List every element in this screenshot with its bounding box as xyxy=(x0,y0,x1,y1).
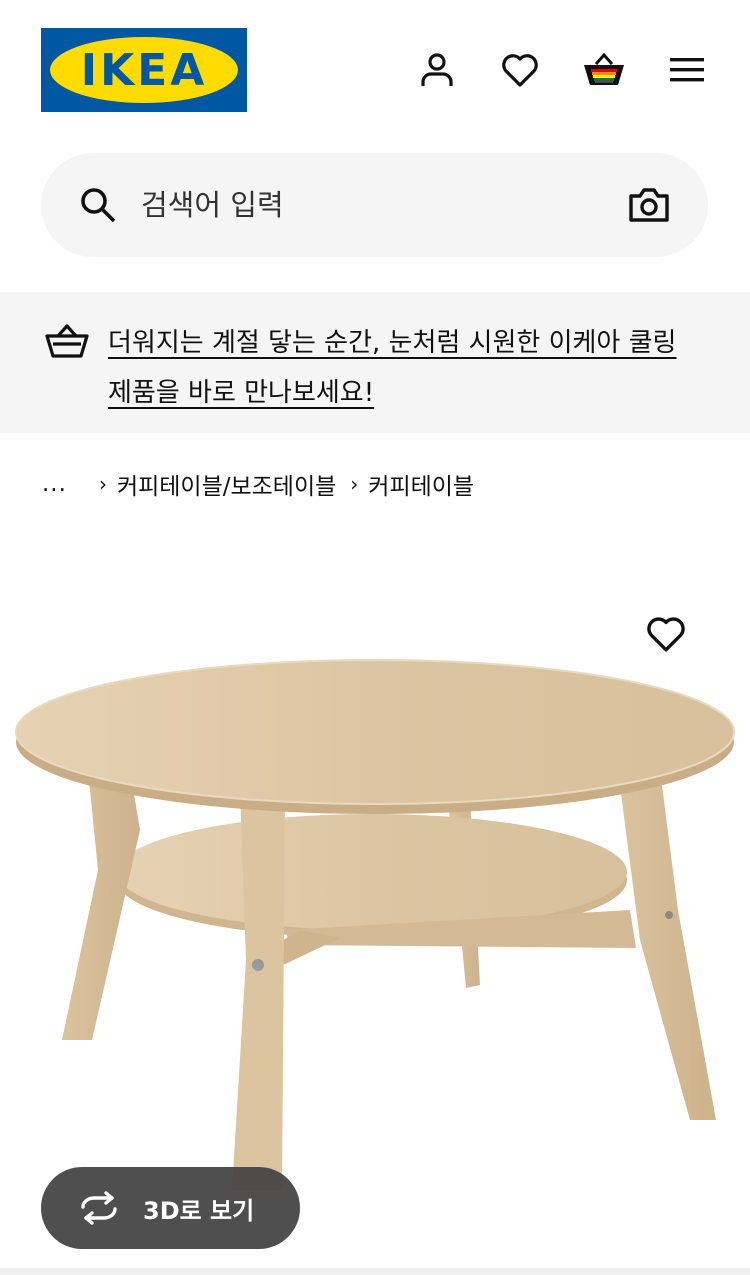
rotate-icon xyxy=(81,1191,117,1225)
ikea-logo[interactable]: IKEA ® xyxy=(41,28,247,112)
breadcrumb: ... › 커피테이블/보조테이블 › 커피테이블 xyxy=(42,466,474,502)
camera-icon[interactable] xyxy=(627,185,671,225)
user-icon[interactable] xyxy=(415,48,459,92)
search-bar[interactable] xyxy=(41,153,708,257)
basket-icon[interactable] xyxy=(582,48,626,92)
promo-banner[interactable]: 더워지는 계절 닿는 순간, 눈처럼 시원한 이케아 쿨링 제품을 바로 만나보… xyxy=(0,292,750,433)
heart-icon[interactable] xyxy=(498,48,542,92)
search-icon xyxy=(81,188,116,223)
view-3d-button[interactable]: 3D로 보기 xyxy=(41,1167,300,1249)
breadcrumb-item-coffee-tables[interactable]: 커피테이블 xyxy=(368,467,474,501)
basket-icon xyxy=(45,324,89,358)
view-3d-label: 3D로 보기 xyxy=(143,1196,255,1225)
site-header: IKEA ® xyxy=(0,0,750,140)
heart-icon[interactable] xyxy=(644,614,688,658)
menu-icon[interactable] xyxy=(665,48,709,92)
breadcrumb-item-coffee-side-tables[interactable]: 커피테이블/보조테이블 xyxy=(117,467,336,501)
chevron-right-icon: › xyxy=(350,472,359,496)
chevron-right-icon: › xyxy=(98,472,107,496)
divider xyxy=(0,1268,750,1275)
promo-banner-link[interactable]: 더워지는 계절 닿는 순간, 눈처럼 시원한 이케아 쿨링 제품을 바로 만나보… xyxy=(108,318,708,418)
breadcrumb-ellipsis[interactable]: ... xyxy=(42,471,67,497)
search-input[interactable] xyxy=(141,179,601,231)
logo-registered-mark: ® xyxy=(232,52,241,62)
logo-text: IKEA xyxy=(80,44,208,96)
